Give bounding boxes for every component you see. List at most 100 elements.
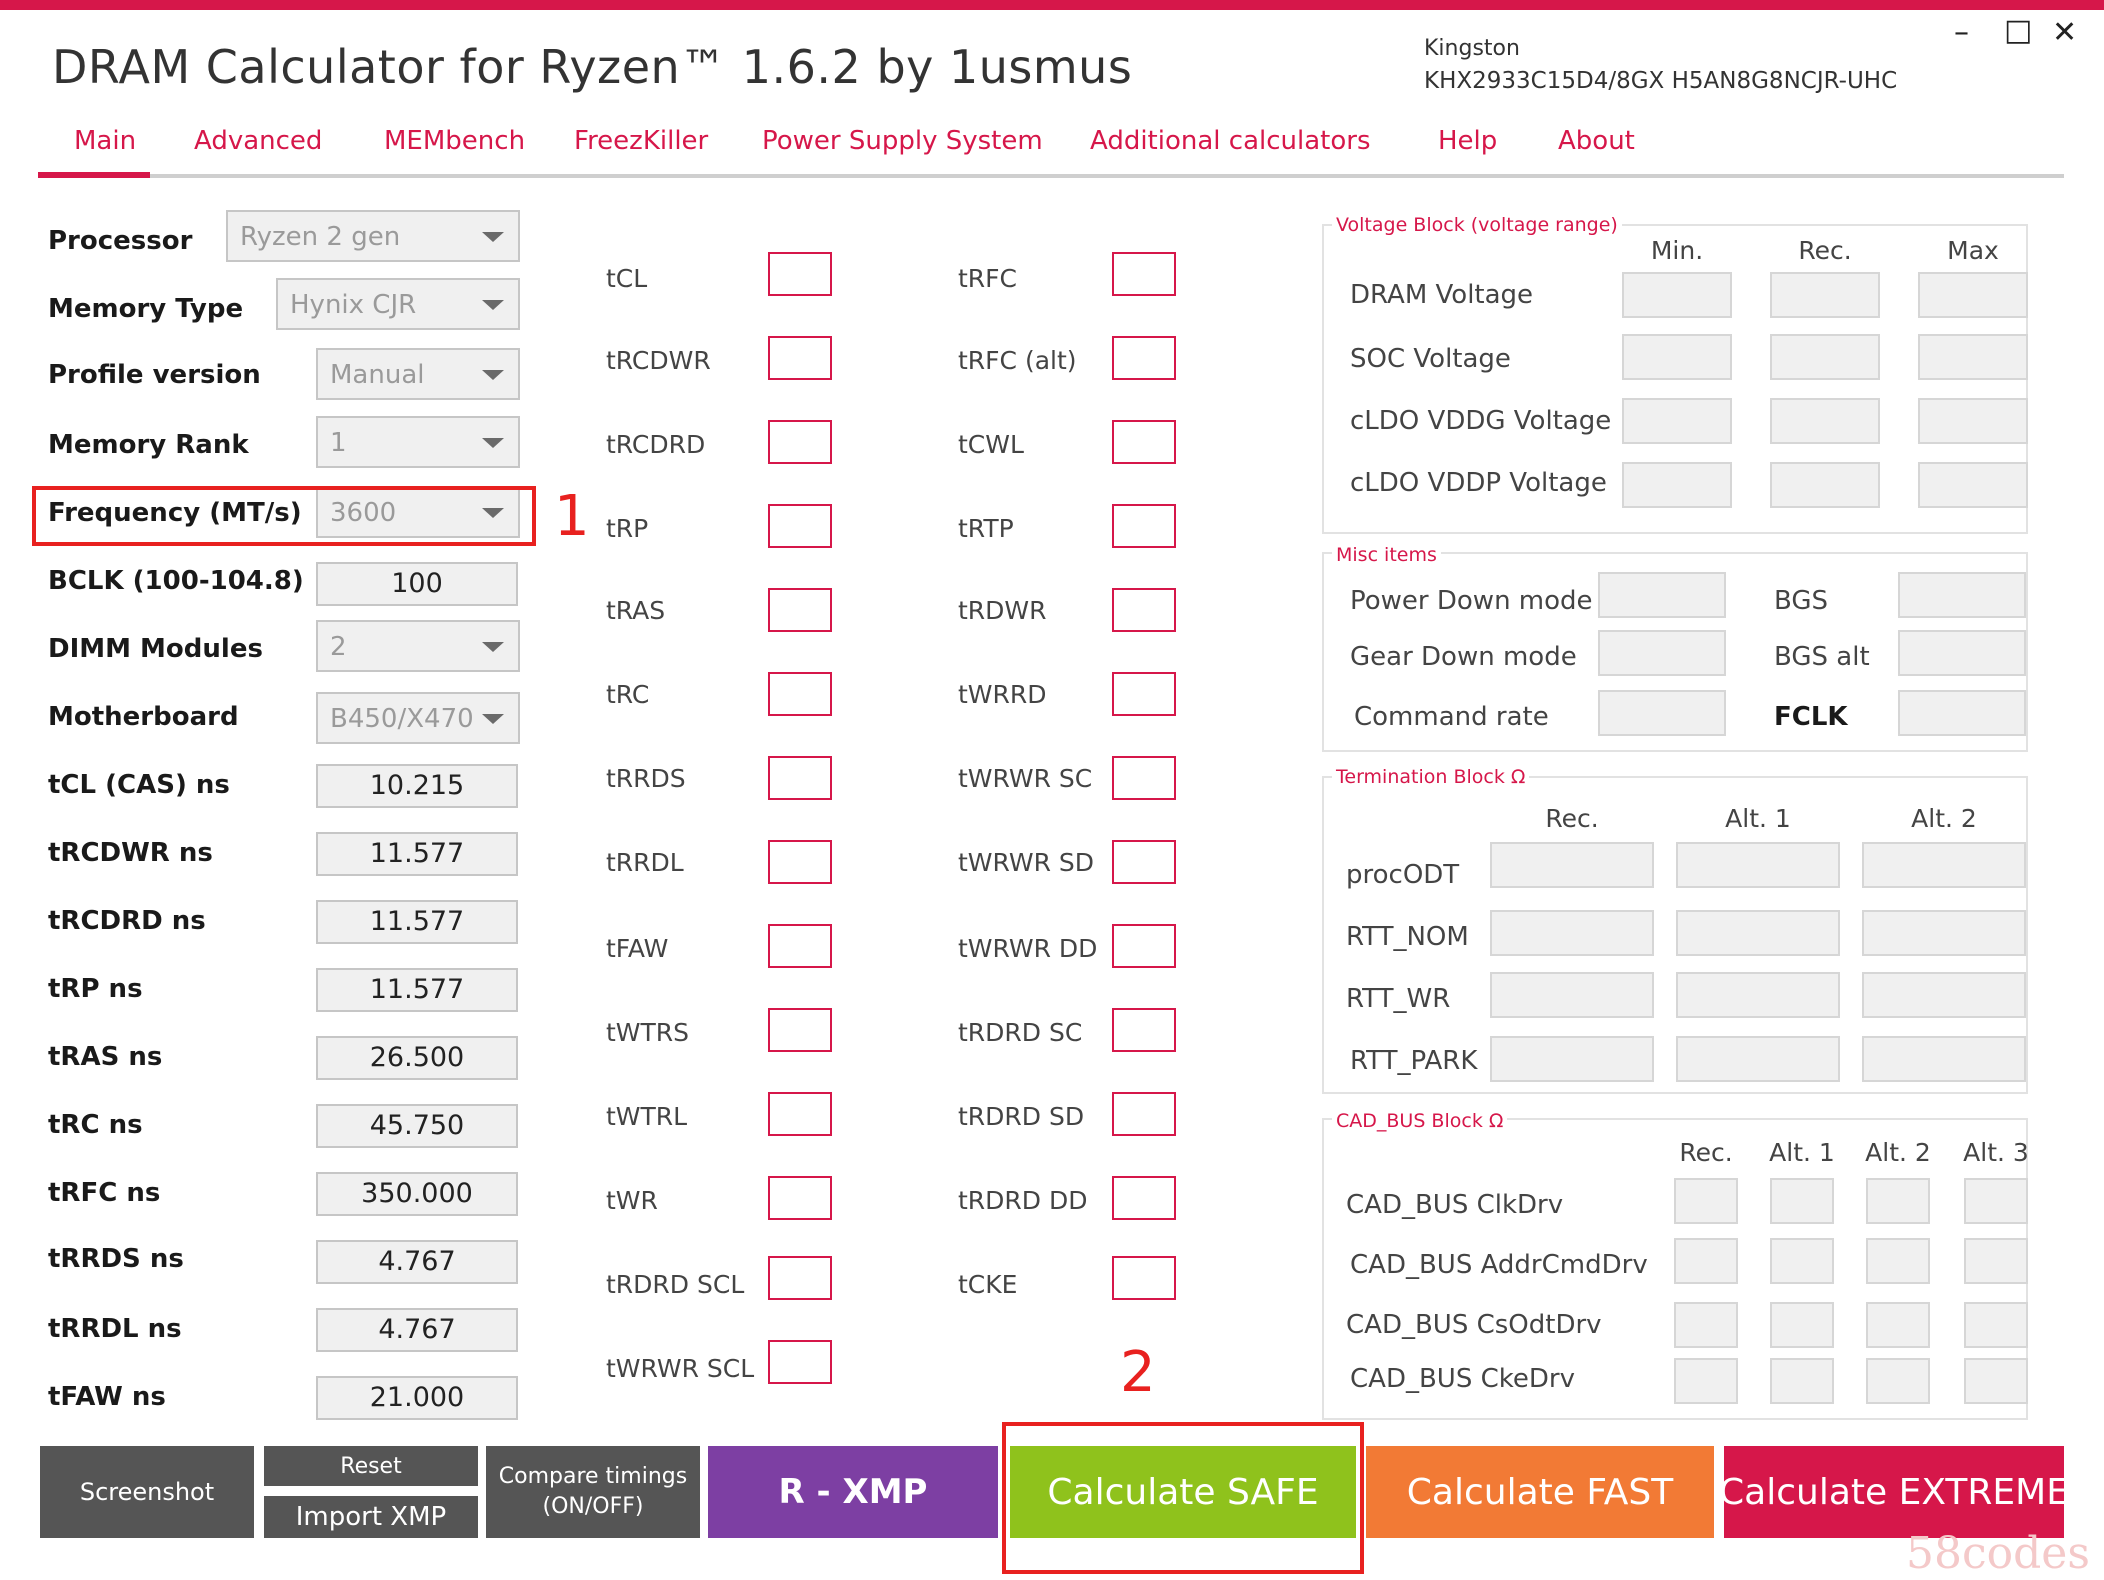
termination-rtt-wr-alt1[interactable] (1676, 972, 1840, 1018)
timing-field-trp[interactable] (768, 504, 832, 548)
timing-field-trc[interactable] (768, 672, 832, 716)
cadbus-clkdrv-alt2[interactable] (1866, 1178, 1930, 1224)
cadbus-ckedrv-alt1[interactable] (1770, 1358, 1834, 1404)
timing-field-tras[interactable] (768, 588, 832, 632)
timing-field-twtrs[interactable] (768, 1008, 832, 1052)
ns-field-trcdrd[interactable]: 11.577 (316, 900, 518, 944)
voltage-vddg-min[interactable] (1622, 398, 1732, 444)
ns-field-trp[interactable]: 11.577 (316, 968, 518, 1012)
timing-field-trtp[interactable] (1112, 504, 1176, 548)
timing-field-trfc[interactable] (1112, 252, 1176, 296)
ns-field-trcdwr[interactable]: 11.577 (316, 832, 518, 876)
timing-field-tcke[interactable] (1112, 1256, 1176, 1300)
cadbus-ckedrv-rec[interactable] (1674, 1358, 1738, 1404)
ns-field-trrdl[interactable]: 4.767 (316, 1308, 518, 1352)
bclk-field[interactable]: 100 (316, 562, 518, 606)
termination-rtt-nom-rec[interactable] (1490, 910, 1654, 956)
timing-field-twrrd[interactable] (1112, 672, 1176, 716)
timing-field-twrwr-scl[interactable] (768, 1340, 832, 1384)
timing-field-trdrd-sd[interactable] (1112, 1092, 1176, 1136)
calculate-extreme-button[interactable]: Calculate EXTREME (1719, 1446, 2069, 1538)
termination-procodt-rec[interactable] (1490, 842, 1654, 888)
cadbus-csodtdrv-alt3[interactable] (1964, 1302, 2028, 1348)
termination-rtt-park-rec[interactable] (1490, 1036, 1654, 1082)
termination-rtt-nom-alt1[interactable] (1676, 910, 1840, 956)
timing-field-trcdrd[interactable] (768, 420, 832, 464)
timing-field-trdwr[interactable] (1112, 588, 1176, 632)
tab-power-supply-system[interactable]: Power Supply System (762, 126, 1043, 156)
misc-bgs-field[interactable] (1898, 572, 2026, 618)
termination-procodt-alt1[interactable] (1676, 842, 1840, 888)
timing-field-trdrd-dd[interactable] (1112, 1176, 1176, 1220)
tab-about[interactable]: About (1558, 126, 1635, 156)
timing-field-twrwr-dd[interactable] (1112, 924, 1176, 968)
ns-field-tras[interactable]: 26.500 (316, 1036, 518, 1080)
memory-type-select[interactable]: Hynix CJR (276, 278, 520, 330)
motherboard-select[interactable]: B450/X470 (316, 692, 520, 744)
timing-field-twrwr-sd[interactable] (1112, 840, 1176, 884)
tab-advanced[interactable]: Advanced (194, 126, 322, 156)
voltage-vddp-rec[interactable] (1770, 462, 1880, 508)
ns-field-tfaw[interactable]: 21.000 (316, 1376, 518, 1420)
compare-timings-button[interactable]: Compare timings (ON/OFF) (486, 1446, 700, 1538)
timing-field-trrds[interactable] (768, 756, 832, 800)
voltage-vddp-min[interactable] (1622, 462, 1732, 508)
cadbus-clkdrv-rec[interactable] (1674, 1178, 1738, 1224)
tab-additional-calculators[interactable]: Additional calculators (1090, 126, 1371, 156)
ns-field-trc[interactable]: 45.750 (316, 1104, 518, 1148)
termination-rtt-wr-rec[interactable] (1490, 972, 1654, 1018)
cadbus-addrcmddrv-alt2[interactable] (1866, 1238, 1930, 1284)
voltage-vddg-max[interactable] (1918, 398, 2028, 444)
timing-field-trcdwr[interactable] (768, 336, 832, 380)
tab-help[interactable]: Help (1438, 126, 1497, 156)
timing-field-trdrd-sc[interactable] (1112, 1008, 1176, 1052)
r-xmp-button[interactable]: R - XMP (708, 1446, 998, 1538)
timing-field-twtrl[interactable] (768, 1092, 832, 1136)
memory-rank-select[interactable]: 1 (316, 416, 520, 468)
cadbus-addrcmddrv-rec[interactable] (1674, 1238, 1738, 1284)
voltage-dram-rec[interactable] (1770, 272, 1880, 318)
voltage-dram-min[interactable] (1622, 272, 1732, 318)
termination-rtt-nom-alt2[interactable] (1862, 910, 2026, 956)
termination-rtt-park-alt2[interactable] (1862, 1036, 2026, 1082)
cadbus-addrcmddrv-alt3[interactable] (1964, 1238, 2028, 1284)
misc-power-down-field[interactable] (1598, 572, 1726, 618)
timing-field-trfc-alt[interactable] (1112, 336, 1176, 380)
timing-field-trdrd-scl[interactable] (768, 1256, 832, 1300)
termination-rtt-wr-alt2[interactable] (1862, 972, 2026, 1018)
dimm-modules-select[interactable]: 2 (316, 620, 520, 672)
timing-field-twrwr-sc[interactable] (1112, 756, 1176, 800)
voltage-dram-max[interactable] (1918, 272, 2028, 318)
misc-fclk-field[interactable] (1898, 690, 2026, 736)
minimize-icon[interactable]: – (1954, 18, 1969, 48)
ns-field-tcl[interactable]: 10.215 (316, 764, 518, 808)
profile-version-select[interactable]: Manual (316, 348, 520, 400)
timing-field-trrdl[interactable] (768, 840, 832, 884)
cadbus-ckedrv-alt2[interactable] (1866, 1358, 1930, 1404)
misc-bgs-alt-field[interactable] (1898, 630, 2026, 676)
ns-field-trfc[interactable]: 350.000 (316, 1172, 518, 1216)
voltage-soc-rec[interactable] (1770, 334, 1880, 380)
screenshot-button[interactable]: Screenshot (40, 1446, 254, 1538)
tab-main[interactable]: Main (74, 126, 136, 156)
cadbus-addrcmddrv-alt1[interactable] (1770, 1238, 1834, 1284)
voltage-vddp-max[interactable] (1918, 462, 2028, 508)
reset-button[interactable]: Reset (264, 1446, 478, 1486)
cadbus-clkdrv-alt3[interactable] (1964, 1178, 2028, 1224)
cadbus-csodtdrv-alt2[interactable] (1866, 1302, 1930, 1348)
calculate-fast-button[interactable]: Calculate FAST (1366, 1446, 1714, 1538)
timing-field-tcl[interactable] (768, 252, 832, 296)
import-xmp-button[interactable]: Import XMP (264, 1496, 478, 1538)
voltage-soc-min[interactable] (1622, 334, 1732, 380)
termination-procodt-alt2[interactable] (1862, 842, 2026, 888)
cadbus-clkdrv-alt1[interactable] (1770, 1178, 1834, 1224)
processor-select[interactable]: Ryzen 2 gen (226, 210, 520, 262)
voltage-soc-max[interactable] (1918, 334, 2028, 380)
misc-gear-down-field[interactable] (1598, 630, 1726, 676)
ns-field-trrds[interactable]: 4.767 (316, 1240, 518, 1284)
tab-freezkiller[interactable]: FreezKiller (574, 126, 708, 156)
timing-field-tcwl[interactable] (1112, 420, 1176, 464)
cadbus-csodtdrv-rec[interactable] (1674, 1302, 1738, 1348)
maximize-icon[interactable]: □ (2004, 16, 2032, 46)
timing-field-twr[interactable] (768, 1176, 832, 1220)
